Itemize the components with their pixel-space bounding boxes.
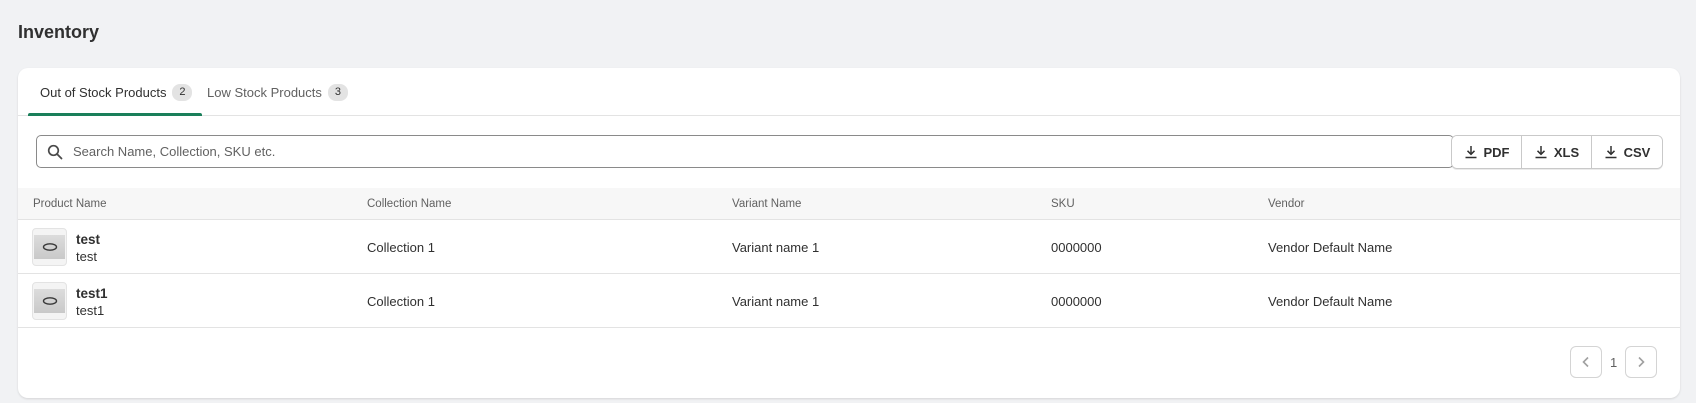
- variant-cell: Variant name 1: [732, 293, 820, 309]
- search-field[interactable]: [36, 135, 1454, 168]
- column-header-vendor: Vendor: [1268, 198, 1305, 210]
- collection-cell: Collection 1: [367, 239, 435, 255]
- pagination: 1: [1570, 346, 1658, 378]
- current-page-number: 1: [1610, 354, 1618, 370]
- product-name-cell: test1 test1: [76, 285, 108, 319]
- product-thumbnail: [32, 282, 67, 320]
- table-row[interactable]: test1 test1 Collection 1 Variant name 1 …: [18, 275, 1680, 328]
- collection-cell: Collection 1: [367, 293, 435, 309]
- download-icon: [1534, 145, 1548, 159]
- chevron-left-icon: [1581, 356, 1591, 368]
- product-name-cell: test test: [76, 231, 100, 265]
- download-icon: [1604, 145, 1618, 159]
- download-icon: [1464, 145, 1478, 159]
- export-xls-label: XLS: [1553, 144, 1580, 160]
- tab-out-of-stock-label: Out of Stock Products: [40, 84, 167, 100]
- column-header-product-name: Product Name: [33, 198, 107, 210]
- product-subtitle: test1: [76, 303, 105, 318]
- tab-bar: Out of Stock Products 2 Low Stock Produc…: [18, 68, 1680, 116]
- export-csv-label: CSV: [1623, 144, 1651, 160]
- previous-page-button[interactable]: [1570, 346, 1602, 378]
- tab-low-stock-count: 3: [327, 83, 348, 101]
- export-button-group: PDF XLS CSV: [1451, 135, 1663, 169]
- export-pdf-button[interactable]: PDF: [1452, 136, 1522, 168]
- search-icon: [47, 144, 63, 160]
- sku-cell: 0000000: [1051, 293, 1102, 309]
- product-image-icon: [42, 242, 58, 252]
- vendor-cell: Vendor Default Name: [1268, 293, 1393, 309]
- product-title: test1: [76, 286, 108, 301]
- search-input[interactable]: [73, 144, 1433, 159]
- tab-out-of-stock-count: 2: [172, 83, 193, 101]
- active-tab-indicator: [28, 113, 202, 116]
- page-title: Inventory: [18, 22, 100, 42]
- vendor-cell: Vendor Default Name: [1268, 239, 1393, 255]
- column-header-sku: SKU: [1051, 198, 1075, 210]
- column-header-variant-name: Variant Name: [732, 198, 802, 210]
- product-image-icon: [42, 296, 58, 306]
- export-xls-button[interactable]: XLS: [1522, 136, 1592, 168]
- tab-low-stock-label: Low Stock Products: [207, 84, 322, 100]
- product-title: test: [76, 232, 101, 247]
- product-subtitle: test: [76, 249, 97, 264]
- next-page-button[interactable]: [1625, 346, 1658, 378]
- column-header-collection-name: Collection Name: [367, 198, 452, 210]
- tab-out-of-stock[interactable]: Out of Stock Products 2: [40, 68, 193, 116]
- tab-low-stock[interactable]: Low Stock Products 3: [207, 68, 348, 116]
- inventory-card: Out of Stock Products 2 Low Stock Produc…: [18, 68, 1680, 398]
- export-csv-button[interactable]: CSV: [1592, 136, 1662, 168]
- export-pdf-label: PDF: [1483, 144, 1510, 160]
- table-row[interactable]: test test Collection 1 Variant name 1 00…: [18, 221, 1680, 274]
- variant-cell: Variant name 1: [732, 239, 820, 255]
- chevron-right-icon: [1636, 356, 1646, 368]
- product-thumbnail: [32, 228, 67, 266]
- table-header: Product Name Collection Name Variant Nam…: [18, 188, 1680, 220]
- sku-cell: 0000000: [1051, 239, 1102, 255]
